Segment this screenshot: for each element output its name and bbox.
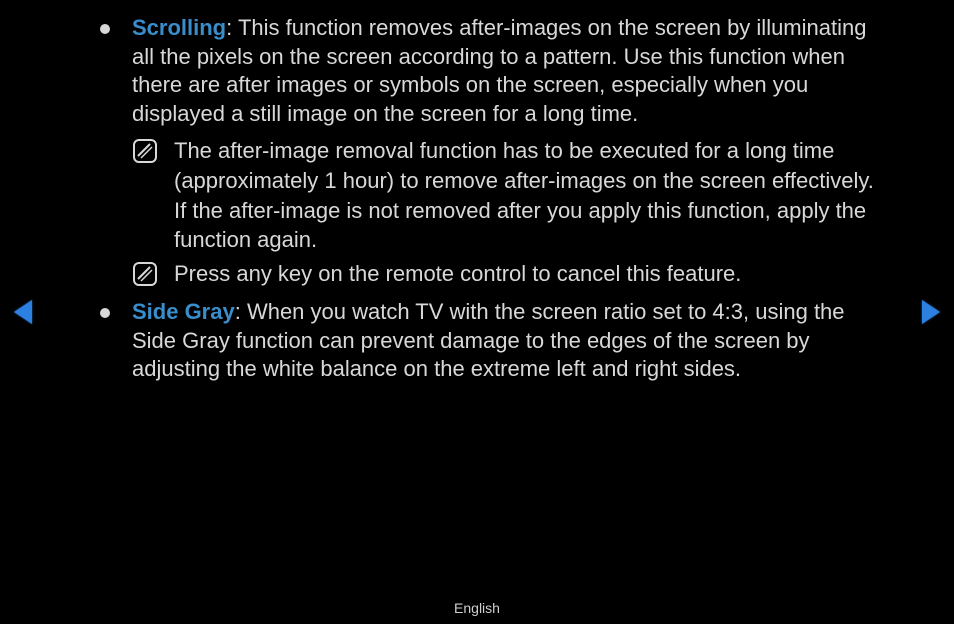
note-text: Press any key on the remote control to c… xyxy=(174,259,884,289)
item-body: Side Gray: When you watch TV with the sc… xyxy=(132,298,884,384)
nav-prev-button[interactable] xyxy=(14,300,32,324)
list-item: Scrolling: This function removes after-i… xyxy=(100,14,884,128)
arrow-left-icon xyxy=(14,300,32,324)
list-item: Side Gray: When you watch TV with the sc… xyxy=(100,298,884,384)
item-body: Scrolling: This function removes after-i… xyxy=(132,14,884,128)
note-icon xyxy=(132,138,158,169)
nav-next-button[interactable] xyxy=(922,300,940,324)
item-term: Side Gray xyxy=(132,299,235,324)
note-row: The after-image removal function has to … xyxy=(132,136,884,255)
item-term: Scrolling xyxy=(132,15,226,40)
item-desc: : This function removes after-images on … xyxy=(132,15,866,126)
note-icon xyxy=(132,261,158,292)
content-area: Scrolling: This function removes after-i… xyxy=(0,0,954,384)
arrow-right-icon xyxy=(922,300,940,324)
bullet-icon xyxy=(100,308,110,318)
note-row: Press any key on the remote control to c… xyxy=(132,259,884,292)
footer-language: English xyxy=(0,600,954,616)
item-desc: : When you watch TV with the screen rati… xyxy=(132,299,845,381)
note-text: The after-image removal function has to … xyxy=(174,136,884,255)
bullet-icon xyxy=(100,24,110,34)
